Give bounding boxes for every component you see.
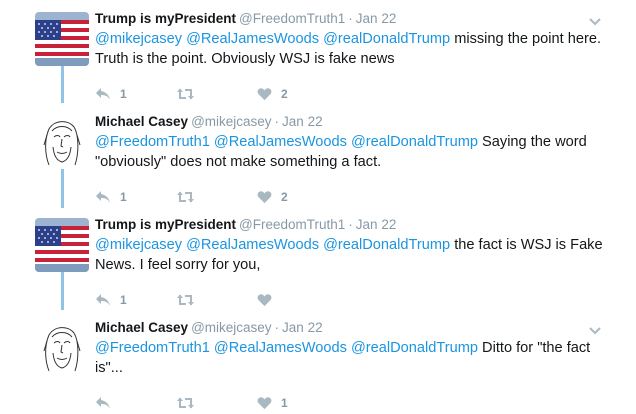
reply-count: 1: [120, 190, 127, 204]
retweet-button[interactable]: [176, 85, 195, 103]
heart-icon: [257, 397, 272, 410]
retweet-button[interactable]: [176, 394, 195, 412]
mention-link[interactable]: @mikejcasey: [95, 31, 182, 47]
user-handle[interactable]: @mikejcasey: [191, 320, 271, 335]
mention-link[interactable]: @mikejcasey: [95, 237, 182, 253]
reply-icon: [96, 397, 110, 409]
display-name[interactable]: Michael Casey: [95, 320, 188, 335]
like-count: 2: [281, 87, 288, 101]
display-name[interactable]: Trump is myPresident: [95, 217, 236, 232]
thread-connector: [61, 267, 64, 310]
reply-button[interactable]: [95, 394, 120, 412]
mention-link[interactable]: @RealJamesWoods: [214, 134, 347, 150]
avatar-sketch-portrait-icon[interactable]: [35, 115, 89, 169]
mention-link[interactable]: @RealJamesWoods: [186, 237, 319, 253]
user-handle[interactable]: @FreedomTruth1: [239, 217, 345, 232]
reply-icon: [96, 191, 110, 203]
tweet-actions: 1 2: [95, 188, 355, 206]
retweet-button[interactable]: [176, 291, 195, 309]
tweet-actions: 1 2: [95, 85, 355, 103]
mention-link[interactable]: @RealJamesWoods: [186, 31, 319, 47]
separator-dot: ·: [348, 11, 353, 26]
mention-link[interactable]: @RealJamesWoods: [214, 340, 347, 356]
user-handle[interactable]: @mikejcasey: [191, 114, 271, 129]
mention-link[interactable]: @realDonaldTrump: [351, 134, 478, 150]
thread-connector: [61, 63, 64, 103]
tweet-header: Michael Casey @mikejcasey · Jan 22: [95, 113, 323, 131]
avatar-sketch-portrait-icon[interactable]: [35, 321, 89, 375]
timestamp[interactable]: Jan 22: [356, 217, 397, 232]
timestamp[interactable]: Jan 22: [282, 114, 323, 129]
like-count: 1: [281, 396, 288, 410]
like-button[interactable]: 2: [257, 85, 288, 103]
avatar-american-flag-icon[interactable]: [35, 218, 89, 272]
mention-link[interactable]: @realDonaldTrump: [351, 340, 478, 356]
tweet-actions: 1: [95, 291, 355, 309]
tweet-text: @FreedomTruth1 @RealJamesWoods @realDona…: [95, 133, 605, 172]
tweet-text: @mikejcasey @RealJamesWoods @realDonaldT…: [95, 30, 605, 69]
tweet-text: @FreedomTruth1 @RealJamesWoods @realDona…: [95, 339, 605, 378]
avatar-american-flag-icon[interactable]: [35, 12, 89, 66]
more-options-chevron-down-icon[interactable]: [588, 14, 602, 26]
retweet-icon: [177, 294, 194, 306]
like-button[interactable]: 2: [257, 188, 288, 206]
reply-icon: [96, 294, 110, 306]
retweet-button[interactable]: [176, 188, 195, 206]
mention-link[interactable]: @realDonaldTrump: [323, 31, 450, 47]
reply-button[interactable]: 1: [95, 188, 127, 206]
more-options-chevron-down-icon[interactable]: [588, 323, 602, 335]
separator-dot: ·: [274, 320, 280, 335]
tweet-text: @mikejcasey @RealJamesWoods @realDonaldT…: [95, 236, 605, 275]
mention-link[interactable]: @FreedomTruth1: [95, 134, 210, 150]
retweet-icon: [177, 397, 194, 409]
tweet-actions: 1: [95, 394, 355, 412]
reply-button[interactable]: 1: [95, 85, 127, 103]
tweet-header: Michael Casey @mikejcasey · Jan 22: [95, 319, 323, 337]
display-name[interactable]: Michael Casey: [95, 114, 188, 129]
heart-icon: [257, 191, 272, 204]
thread-connector: [61, 166, 64, 208]
retweet-icon: [177, 191, 194, 203]
heart-icon: [257, 294, 272, 307]
tweet-header: Trump is myPresident @FreedomTruth1 · Jan 2…: [95, 10, 396, 28]
mention-link[interactable]: @FreedomTruth1: [95, 340, 210, 356]
separator-dot: ·: [274, 114, 280, 129]
reply-icon: [96, 88, 110, 100]
like-count: 2: [281, 190, 288, 204]
like-button[interactable]: 1: [257, 394, 288, 412]
separator-dot: ·: [348, 217, 353, 232]
mention-link[interactable]: @realDonaldTrump: [323, 237, 450, 253]
like-button[interactable]: [257, 291, 281, 309]
reply-count: 1: [120, 87, 127, 101]
display-name[interactable]: Trump is myPresident: [95, 11, 236, 26]
reply-count: 1: [120, 293, 127, 307]
reply-button[interactable]: 1: [95, 291, 127, 309]
heart-icon: [257, 88, 272, 101]
timestamp[interactable]: Jan 22: [282, 320, 323, 335]
user-handle[interactable]: @FreedomTruth1: [239, 11, 345, 26]
timestamp[interactable]: Jan 22: [356, 11, 397, 26]
retweet-icon: [177, 88, 194, 100]
tweet-header: Trump is myPresident @FreedomTruth1 · Jan 2…: [95, 216, 396, 234]
